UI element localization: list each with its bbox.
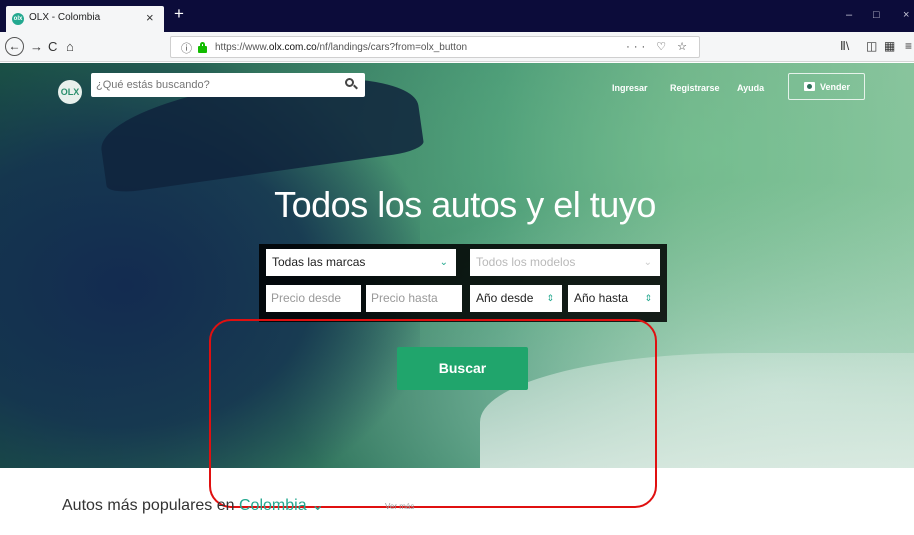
help-link[interactable]: Ayuda bbox=[737, 83, 764, 93]
menu-icon[interactable]: ≡ bbox=[905, 39, 912, 53]
chevron-down-icon: ⌄ bbox=[439, 257, 448, 268]
annotation-highlight bbox=[209, 319, 657, 508]
register-link[interactable]: Registrarse bbox=[670, 83, 720, 93]
region-selector[interactable]: Colombia ⌄ bbox=[239, 497, 324, 514]
browser-tab[interactable]: olx OLX - Colombia × bbox=[6, 6, 164, 32]
restore-button[interactable]: □ bbox=[873, 9, 880, 21]
olx-logo[interactable]: OLX bbox=[58, 80, 82, 104]
reload-button[interactable]: C bbox=[48, 39, 57, 54]
spinner-icon: ⇕ bbox=[644, 293, 652, 303]
hero-headline: Todos los autos y el tuyo bbox=[274, 184, 656, 225]
page-actions-icon[interactable]: ··· ♡ ☆ bbox=[626, 40, 691, 53]
olx-favicon-icon: olx bbox=[12, 13, 24, 25]
filter-panel: Todas las marcas ⌄ Todos los modelos ⌄ P… bbox=[259, 244, 667, 322]
info-icon[interactable]: ⓘ bbox=[181, 40, 192, 56]
popular-heading: Autos más populares en Colombia ⌄ bbox=[62, 497, 325, 514]
spinner-icon: ⇕ bbox=[546, 293, 554, 303]
library-icon[interactable]: Ⅱ\ bbox=[840, 39, 849, 53]
screenshot-icon[interactable]: ▦ bbox=[884, 39, 895, 53]
search-bar[interactable] bbox=[91, 73, 365, 97]
url-text: https://www.olx.com.co/nf/landings/cars?… bbox=[215, 42, 468, 53]
minimize-button[interactable]: – bbox=[846, 9, 852, 21]
url-bar[interactable]: ⓘ https://www.olx.com.co/nf/landings/car… bbox=[170, 36, 700, 58]
back-button[interactable]: ← bbox=[5, 37, 24, 56]
sell-button[interactable]: Vender bbox=[788, 73, 865, 100]
sell-label: Vender bbox=[820, 82, 851, 92]
year-from-select[interactable]: Año desde ⇕ bbox=[470, 285, 562, 312]
camera-icon bbox=[804, 82, 815, 91]
model-select[interactable]: Todos los modelos ⌄ bbox=[470, 249, 660, 276]
price-from-input[interactable]: Precio desde bbox=[266, 285, 361, 312]
search-input[interactable] bbox=[96, 73, 336, 97]
year-to-select[interactable]: Año hasta ⇕ bbox=[568, 285, 660, 312]
tab-close-icon[interactable]: × bbox=[146, 10, 154, 25]
price-to-input[interactable]: Precio hasta bbox=[366, 285, 462, 312]
navigation-bar: ← → C ⌂ ⓘ https://www.olx.com.co/nf/land… bbox=[0, 32, 914, 62]
login-link[interactable]: Ingresar bbox=[612, 83, 648, 93]
tab-bar: olx OLX - Colombia × + – □ × bbox=[0, 0, 914, 32]
search-icon[interactable] bbox=[345, 78, 358, 90]
see-more-link[interactable]: Ver más bbox=[385, 502, 414, 511]
sidebar-icon[interactable]: ◫ bbox=[866, 39, 877, 53]
chevron-down-icon: ⌄ bbox=[643, 257, 652, 268]
home-button[interactable]: ⌂ bbox=[66, 39, 74, 54]
new-tab-button[interactable]: + bbox=[174, 5, 184, 23]
close-window-button[interactable]: × bbox=[903, 9, 909, 21]
lock-icon bbox=[198, 42, 207, 53]
tab-title: OLX - Colombia bbox=[29, 12, 101, 23]
forward-button[interactable]: → bbox=[30, 39, 43, 54]
brand-select[interactable]: Todas las marcas ⌄ bbox=[266, 249, 456, 276]
